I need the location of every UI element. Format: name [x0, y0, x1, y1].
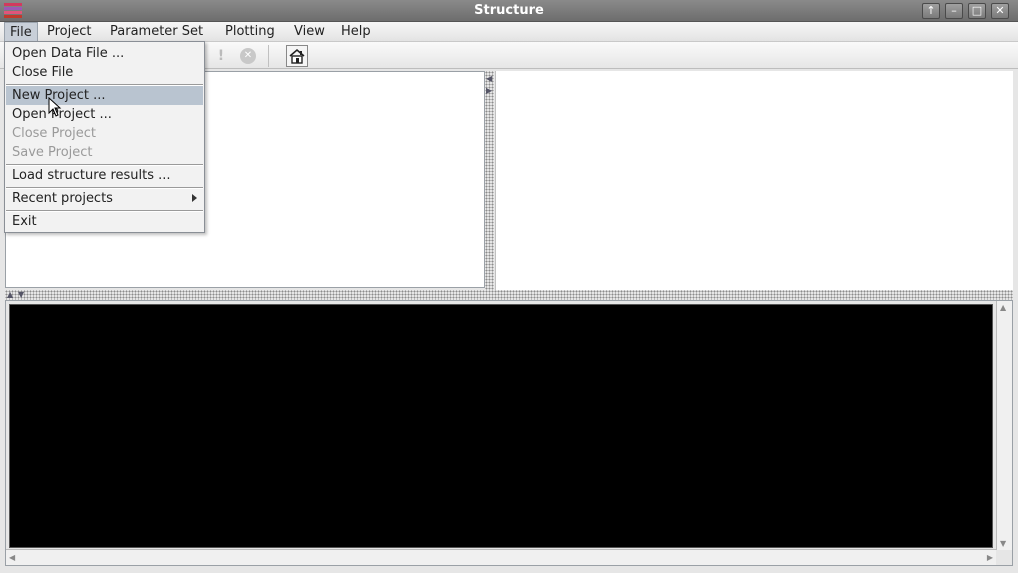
home-glyph: [289, 48, 305, 64]
window-title: Structure: [474, 3, 544, 18]
scroll-down-arrow-icon[interactable]: ▼: [1000, 539, 1006, 548]
menu-file[interactable]: File: [4, 22, 38, 42]
menu-item-close-project: Close Project: [12, 126, 97, 141]
scroll-right-arrow-icon[interactable]: ▶: [987, 553, 993, 562]
scroll-left-arrow-icon[interactable]: ◀: [9, 553, 15, 562]
menu-item-open-data-file[interactable]: Open Data File ...: [6, 44, 203, 63]
menu-plotting[interactable]: Plotting: [220, 22, 280, 42]
menu-item-recent-projects[interactable]: Recent projects: [6, 189, 203, 208]
console-panel: ▲ ▼ ◀ ▶: [5, 300, 1013, 566]
stop-glyph: ✕: [240, 48, 256, 64]
file-menu-dropdown: Open Data File ... Close File New Projec…: [4, 41, 205, 233]
menu-item-exit[interactable]: Exit: [6, 212, 203, 231]
raise-button[interactable]: ↑: [922, 3, 940, 19]
horizontal-splitter[interactable]: ▲ ▼: [5, 290, 1013, 300]
mouse-cursor-icon: [48, 97, 62, 117]
menu-view[interactable]: View: [289, 22, 330, 42]
minimize-button[interactable]: –: [945, 3, 963, 19]
scroll-up-arrow-icon[interactable]: ▲: [1000, 303, 1006, 312]
collapse-right-arrow-icon[interactable]: ▶: [486, 87, 492, 95]
menu-parameter-set[interactable]: Parameter Set: [105, 22, 208, 42]
menu-item-new-project[interactable]: New Project ...: [6, 86, 203, 105]
menu-project[interactable]: Project: [42, 22, 96, 42]
exclamation-icon[interactable]: !: [210, 45, 232, 67]
title-bar: Structure ↑ – □ ✕: [0, 0, 1018, 22]
console-vertical-scrollbar[interactable]: ▲ ▼: [996, 301, 1012, 550]
collapse-left-arrow-icon[interactable]: ◀: [486, 75, 492, 83]
console-output[interactable]: [9, 304, 993, 548]
details-panel[interactable]: [495, 71, 1013, 290]
menu-item-open-project[interactable]: Open Project ...: [6, 105, 203, 124]
toolbar-separator: [268, 45, 269, 67]
menu-item-close-file[interactable]: Close File: [6, 63, 203, 82]
recent-projects-label: Recent projects: [12, 191, 113, 206]
home-icon[interactable]: [286, 45, 308, 67]
menu-bar: File Project Parameter Set Plotting View…: [0, 22, 1018, 42]
menu-help[interactable]: Help: [336, 22, 376, 42]
submenu-arrow-icon: [192, 194, 197, 202]
menu-item-save-project: Save Project: [12, 145, 93, 160]
collapse-down-arrow-icon[interactable]: ▼: [18, 291, 24, 299]
vertical-splitter[interactable]: ◀ ▶: [485, 71, 494, 290]
menu-item-load-structure-results[interactable]: Load structure results ...: [6, 166, 203, 185]
maximize-button[interactable]: □: [968, 3, 986, 19]
collapse-up-arrow-icon[interactable]: ▲: [7, 291, 13, 299]
console-horizontal-scrollbar[interactable]: ◀ ▶: [6, 549, 996, 565]
stop-icon[interactable]: ✕: [237, 45, 259, 67]
close-window-button[interactable]: ✕: [991, 3, 1009, 19]
